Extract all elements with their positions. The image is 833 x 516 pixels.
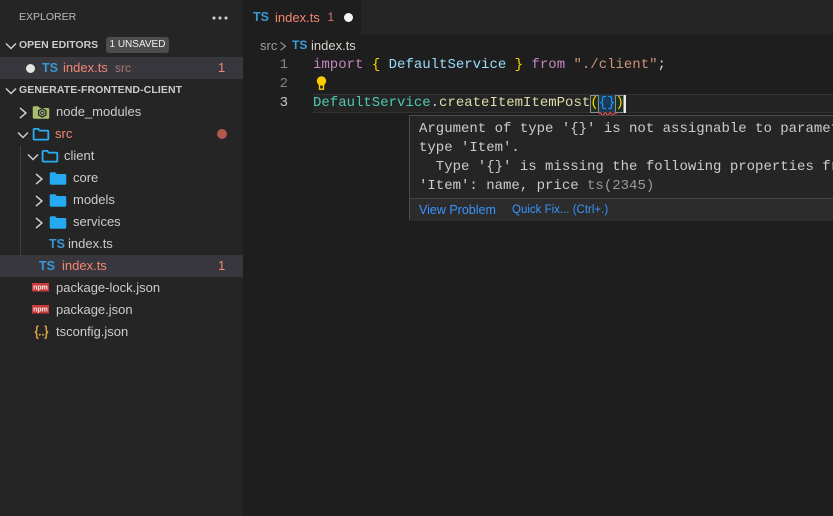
svg-text:npm: npm [33, 307, 48, 314]
svg-text:npm: npm [33, 285, 48, 292]
